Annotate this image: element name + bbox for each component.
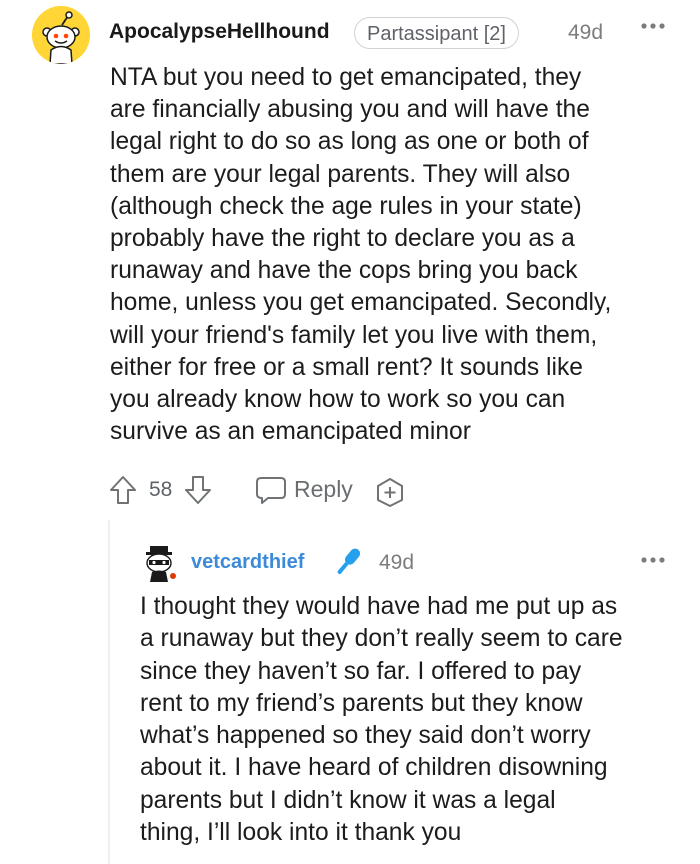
body-line: (although check the age rules in your st… bbox=[110, 192, 582, 220]
body-line: thing, I’ll look into it thank you bbox=[140, 819, 462, 847]
reply-timestamp[interactable]: 49d bbox=[379, 551, 414, 575]
user-flair: Partassipant [2] bbox=[354, 17, 519, 49]
reply-body: I thought they would have had me put up … bbox=[140, 591, 690, 849]
vote-score: 58 bbox=[149, 478, 173, 501]
comment-username[interactable]: ApocalypseHellhound bbox=[109, 20, 330, 44]
body-line: are financially abusing you and will hav… bbox=[110, 96, 590, 124]
downvote-icon[interactable] bbox=[183, 474, 213, 506]
snoo-avatar-icon bbox=[146, 546, 176, 582]
body-line: since they haven’t so far. I offered to … bbox=[140, 657, 582, 685]
body-line: either for free or a small rent? It soun… bbox=[110, 353, 583, 381]
microphone-icon bbox=[332, 545, 364, 579]
body-line: I thought they would have had me put up … bbox=[140, 593, 618, 620]
reply-icon[interactable] bbox=[254, 474, 288, 506]
body-line: home, unless you get emancipated. Second… bbox=[110, 289, 612, 317]
body-line: legal right to do so as long as one or b… bbox=[110, 128, 589, 156]
body-line: them are your legal parents. They will a… bbox=[110, 160, 571, 188]
body-line: survive as an emancipated minor bbox=[110, 418, 471, 446]
body-line: will your friend's family let you live w… bbox=[110, 321, 598, 349]
snoo-avatar-icon bbox=[32, 6, 90, 64]
thread-line[interactable] bbox=[108, 520, 110, 864]
award-icon[interactable] bbox=[374, 476, 406, 508]
comment-timestamp[interactable]: 49d bbox=[568, 21, 603, 45]
body-line: a runaway but they don’t really seem to … bbox=[140, 625, 623, 653]
reply-button[interactable]: Reply bbox=[294, 476, 353, 503]
body-line: runaway and have the cops bring you back bbox=[110, 257, 578, 285]
body-line: probably have the right to declare you a… bbox=[110, 225, 575, 253]
user-avatar[interactable] bbox=[32, 6, 90, 64]
more-options-icon[interactable] bbox=[640, 550, 666, 570]
comment-body: NTA but you need to get emancipated, the… bbox=[110, 62, 680, 448]
reply-username[interactable]: vetcardthief bbox=[191, 551, 304, 574]
user-avatar[interactable] bbox=[140, 544, 178, 584]
body-line: NTA but you need to get emancipated, the… bbox=[110, 64, 582, 91]
body-line: parents but I didn’t know it was a legal bbox=[140, 786, 556, 814]
upvote-icon[interactable] bbox=[108, 474, 138, 506]
body-line: what’s happened so they said don’t worry bbox=[140, 722, 591, 750]
body-line: rent to my friend’s parents but they kno… bbox=[140, 689, 583, 717]
body-line: you already know how to work so you can bbox=[110, 386, 566, 414]
more-options-icon[interactable] bbox=[640, 16, 666, 36]
body-line: about it. I have heard of children disow… bbox=[140, 754, 608, 782]
